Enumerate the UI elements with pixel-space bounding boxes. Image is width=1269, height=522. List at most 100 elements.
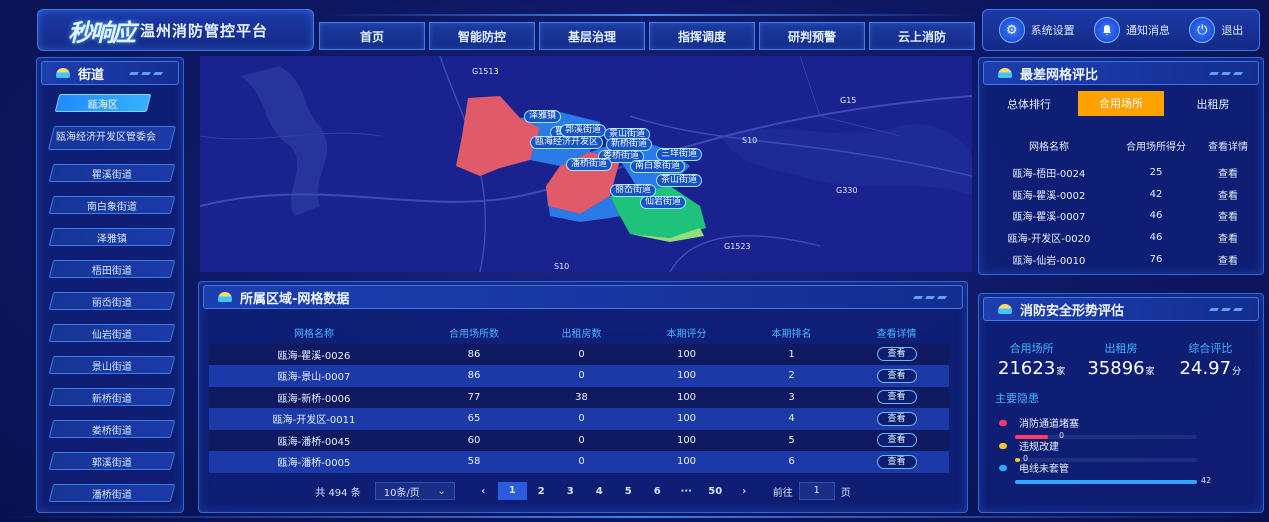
top-bar: 秒响应 温州消防管控平台 首页 智能防控 基层治理 指挥调度 研判预警 云上消防…: [0, 0, 1269, 58]
hazard-item: 消防通道堵塞 0: [999, 415, 1249, 440]
view-link[interactable]: 查看: [1203, 165, 1253, 180]
table-row: 瓯海-新桥-0006 77 38 100 3 查看: [209, 386, 949, 408]
header-dash-decor: [1209, 72, 1243, 75]
score-cell: 42: [1149, 188, 1163, 200]
street-item-xinqiao[interactable]: 新桥街道: [48, 388, 176, 406]
nav-tab-cloud[interactable]: 云上消防: [869, 22, 975, 50]
stat-shared-venues: 合用场所 21623家: [987, 340, 1076, 379]
street-item-quxi[interactable]: 瞿溪街道: [48, 164, 176, 182]
nav-tab-home[interactable]: 首页: [319, 22, 425, 50]
map-pin[interactable]: 瓯海经济开发区: [530, 136, 604, 149]
map-pin[interactable]: 茶山街道: [656, 174, 703, 187]
score-cell: 76: [1149, 253, 1163, 265]
tab-shared-venues[interactable]: 合用场所: [1078, 91, 1164, 116]
hazard-bar: 42: [1015, 476, 1211, 485]
tab-rental[interactable]: 出租房: [1167, 96, 1259, 112]
nav-tab-dispatch[interactable]: 指挥调度: [649, 22, 755, 50]
worst-grid-table: 网格名称 合用场所得分 查看详情 瓯海-梧田-0024 25 查看 瓯海-瞿溪-…: [989, 134, 1253, 270]
page-button[interactable]: 4: [585, 486, 614, 497]
street-item-panqiao[interactable]: 潘桥街道: [48, 484, 176, 502]
cell: 4: [788, 413, 795, 425]
hazard-item: 违规改建 0: [999, 438, 1249, 463]
column-header: 网格名称: [1029, 141, 1069, 153]
app-title: 温州消防管控平台: [140, 21, 269, 40]
street-item-xianyan[interactable]: 仙岩街道: [48, 324, 176, 342]
page-button[interactable]: 50: [701, 486, 730, 497]
hazard-section-title: 主要隐患: [995, 392, 1039, 405]
page-button[interactable]: 1: [497, 482, 527, 500]
rank-tabs: 总体排行 合用场所 出租房: [983, 91, 1259, 116]
street-item-wutian[interactable]: 梧田街道: [48, 260, 176, 278]
map-pin[interactable]: 仙岩街道: [640, 196, 687, 209]
district-map[interactable]: G1513 G15 S10 G330 G1523 S10 泽雅镇 瞿溪街道 郭溪…: [200, 56, 972, 272]
table-header: 网格名称 合用场所数 出租房数 本期评分 本期排名 查看详情: [209, 322, 949, 344]
street-item-ouhai[interactable]: 瓯海区: [54, 94, 152, 112]
next-page-button[interactable]: ›: [730, 486, 759, 497]
grid-data-panel: 所属区域-网格数据 网格名称 合用场所数 出租房数 本期评分 本期排名 查看详情…: [198, 281, 968, 513]
hazard-name: 违规改建: [1019, 442, 1059, 453]
cell: 5: [788, 434, 795, 446]
safety-panel-header: 消防安全形势评估: [983, 297, 1259, 321]
grid-name-cell: 瓯海-新桥-0006: [277, 393, 351, 405]
table-row: 瓯海-瞿溪-0026 86 0 100 1 查看: [209, 343, 949, 365]
page-button[interactable]: 3: [556, 486, 585, 497]
map-pin[interactable]: 南白象街道: [630, 160, 686, 173]
score-cell: 46: [1149, 232, 1163, 244]
more-pages-button[interactable]: ···: [672, 486, 701, 497]
view-detail-button[interactable]: 查看: [876, 454, 917, 469]
logout-button[interactable]: ⏻ 退出: [1189, 17, 1243, 43]
panel-header-icon: [218, 292, 232, 302]
map-pin[interactable]: 潘桥街道: [566, 158, 613, 171]
map-pin[interactable]: 泽雅镇: [524, 110, 562, 123]
view-detail-button[interactable]: 查看: [876, 411, 917, 426]
settings-button[interactable]: ⚙ 系统设置: [998, 17, 1075, 43]
view-detail-button[interactable]: 查看: [876, 368, 917, 383]
view-link[interactable]: 查看: [1203, 252, 1253, 267]
cell: 2: [788, 370, 795, 382]
view-link[interactable]: 查看: [1203, 230, 1253, 245]
street-item-jingshan[interactable]: 景山街道: [48, 356, 176, 374]
view-link[interactable]: 查看: [1203, 208, 1253, 223]
street-item-nanbaixiang[interactable]: 南白象街道: [48, 196, 176, 214]
grid-data-panel-header: 所属区域-网格数据: [203, 285, 963, 309]
page-button[interactable]: 5: [614, 486, 643, 497]
street-item-guoxi[interactable]: 郭溪街道: [48, 452, 176, 470]
nav-tab-warning[interactable]: 研判预警: [759, 22, 865, 50]
nav-decor-line: [319, 14, 979, 16]
table-row: 瓯海-瞿溪-0002 42 查看: [989, 184, 1253, 206]
street-item-zeya[interactable]: 泽雅镇: [48, 228, 176, 246]
page-button[interactable]: 2: [527, 486, 556, 497]
worst-grid-panel-title: 最差网格评比: [1020, 67, 1099, 83]
stat-label: 综合评比: [1188, 342, 1233, 355]
hazard-color-dot: [999, 419, 1007, 426]
view-detail-button[interactable]: 查看: [876, 433, 917, 448]
page-button[interactable]: 6: [643, 486, 672, 497]
view-detail-button[interactable]: 查看: [876, 390, 917, 405]
cell: 100: [676, 370, 697, 382]
tab-overall[interactable]: 总体排行: [983, 96, 1075, 112]
street-item-liao[interactable]: 丽岙街道: [48, 292, 176, 310]
notifications-button[interactable]: 通知消息: [1093, 17, 1170, 43]
header-dash-decor: [129, 72, 163, 75]
street-item-devzone[interactable]: 瓯海经济开发区管委会: [48, 126, 176, 150]
view-link[interactable]: 查看: [1203, 187, 1253, 202]
stat-value: 21623: [998, 358, 1056, 379]
stat-unit: 家: [1056, 367, 1066, 377]
cell: 60: [467, 434, 481, 446]
table-row: 瓯海-仙岩-0010 76 查看: [989, 248, 1253, 270]
goto-page-input[interactable]: 1: [798, 482, 835, 500]
view-detail-button[interactable]: 查看: [876, 347, 917, 362]
grid-name-cell: 瓯海-开发区-0020: [1007, 234, 1091, 246]
grid-name-cell: 瓯海-瞿溪-0007: [1012, 212, 1086, 224]
cell: 0: [578, 456, 585, 468]
prev-page-button[interactable]: ‹: [469, 486, 498, 497]
safety-panel-title: 消防安全形势评估: [1020, 303, 1125, 319]
cell: 100: [676, 434, 697, 446]
worst-grid-panel: 最差网格评比 总体排行 合用场所 出租房 网格名称 合用场所得分 查看详情 瓯海…: [978, 57, 1264, 275]
nav-tab-grassroots[interactable]: 基层治理: [539, 22, 645, 50]
street-item-louqiao[interactable]: 娄桥街道: [48, 420, 176, 438]
nav-tab-smart-prevention[interactable]: 智能防控: [429, 22, 535, 50]
cell: 100: [676, 348, 697, 360]
gear-icon: ⚙: [998, 17, 1025, 43]
page-size-select[interactable]: 10条/页 ⌄: [374, 482, 455, 500]
